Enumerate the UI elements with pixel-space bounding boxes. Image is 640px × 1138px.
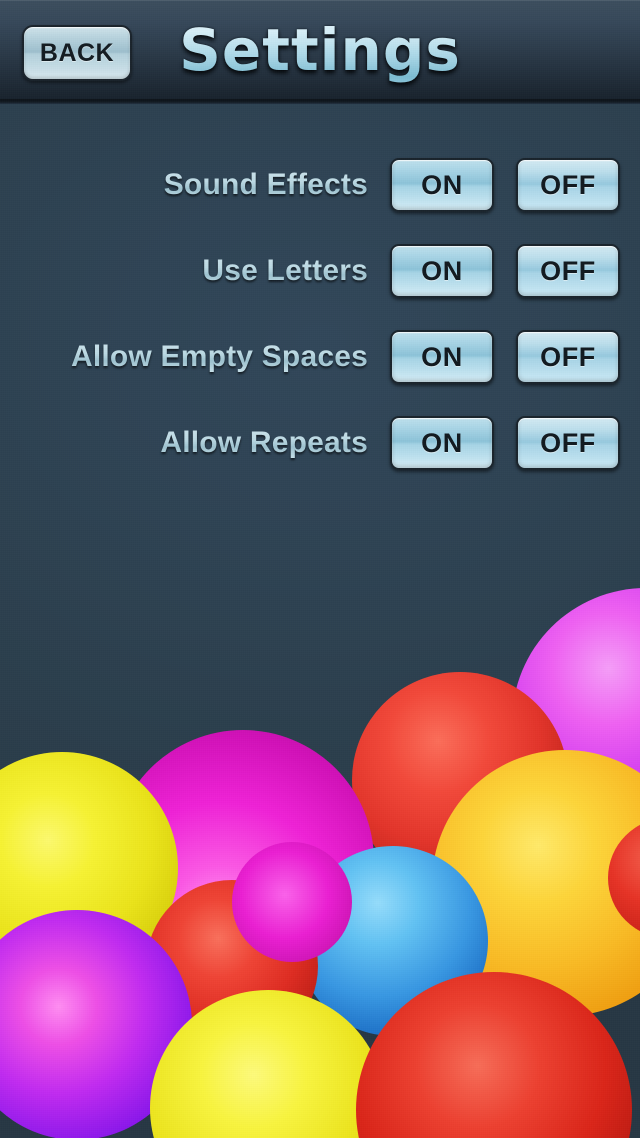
setting-row-allow-empty-spaces: Allow Empty Spaces ON OFF	[0, 329, 640, 385]
use-letters-off-label: OFF	[540, 255, 596, 286]
ball-red-left	[146, 880, 318, 1052]
sound-effects-off-label: OFF	[540, 169, 596, 200]
ball-gold-right	[432, 750, 640, 1016]
setting-row-use-letters: Use Letters ON OFF	[0, 243, 640, 299]
settings-screen: BACK Settings Sound Effects ON OFF Use L…	[0, 0, 640, 1138]
ball-yellow-bottom	[150, 990, 386, 1138]
setting-label-allow-empty-spaces: Allow Empty Spaces	[0, 340, 390, 374]
allow-repeats-off-label: OFF	[540, 427, 596, 458]
ball-red-bottom-right	[356, 972, 632, 1138]
sound-effects-on-button[interactable]: ON	[390, 158, 494, 212]
setting-row-allow-repeats: Allow Repeats ON OFF	[0, 415, 640, 471]
ball-blue	[298, 846, 488, 1036]
setting-label-use-letters: Use Letters	[0, 254, 390, 288]
allow-repeats-on-button[interactable]: ON	[390, 416, 494, 470]
sound-effects-off-button[interactable]: OFF	[516, 158, 620, 212]
ball-magenta-left	[112, 730, 374, 992]
ball-yellow-left	[0, 752, 178, 984]
sound-effects-on-label: ON	[421, 169, 463, 200]
allow-empty-spaces-off-button[interactable]: OFF	[516, 330, 620, 384]
allow-empty-spaces-on-label: ON	[421, 341, 463, 372]
page-title: Settings	[0, 8, 640, 92]
ball-red-sliver	[608, 818, 640, 938]
use-letters-on-label: ON	[421, 255, 463, 286]
title-bar: BACK Settings	[0, 0, 640, 101]
allow-empty-spaces-on-button[interactable]: ON	[390, 330, 494, 384]
ball-red-top	[352, 672, 568, 888]
use-letters-on-button[interactable]: ON	[390, 244, 494, 298]
allow-empty-spaces-off-label: OFF	[540, 341, 596, 372]
ball-purple-bottom-left	[0, 910, 192, 1138]
setting-row-sound-effects: Sound Effects ON OFF	[0, 157, 640, 213]
ball-magenta-sliver	[232, 842, 352, 962]
allow-repeats-on-label: ON	[421, 427, 463, 458]
allow-repeats-off-button[interactable]: OFF	[516, 416, 620, 470]
ball-violet	[512, 588, 640, 856]
setting-label-allow-repeats: Allow Repeats	[0, 426, 390, 460]
header-divider	[0, 99, 640, 104]
use-letters-off-button[interactable]: OFF	[516, 244, 620, 298]
setting-label-sound-effects: Sound Effects	[0, 168, 390, 202]
